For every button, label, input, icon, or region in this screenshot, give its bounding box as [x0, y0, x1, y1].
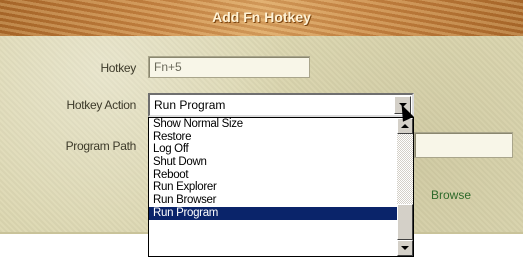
hotkey-action-label: Hotkey Action: [66, 98, 137, 112]
dropdown-item[interactable]: Run Explorer: [149, 181, 413, 194]
hotkey-action-dropdown-list: Show Normal Size Restore Log Off Shut Down R…: [148, 117, 414, 257]
dropdown-item[interactable]: Show Normal Size: [149, 118, 413, 131]
dialog-title-bar[interactable]: Add Fn Hotkey: [0, 0, 523, 36]
dropdown-item[interactable]: Restore: [149, 131, 413, 144]
dialog-title: Add Fn Hotkey: [212, 9, 311, 25]
dropdown-item[interactable]: Log Off: [149, 143, 413, 156]
hotkey-label: Hotkey: [100, 61, 136, 75]
dropdown-item[interactable]: Reboot: [149, 169, 413, 182]
hotkey-field[interactable]: Fn+5: [148, 56, 310, 78]
hotkey-action-combobox[interactable]: Run Program: [148, 93, 414, 117]
dropdown-item[interactable]: Run Program: [149, 206, 413, 220]
scrollbar-thumb[interactable]: [397, 204, 413, 240]
program-path-label: Program Path: [65, 139, 137, 153]
scroll-down-icon[interactable]: [397, 240, 413, 256]
dropdown-scrollbar[interactable]: [397, 118, 413, 256]
program-path-field[interactable]: [414, 132, 513, 158]
dropdown-item[interactable]: Shut Down: [149, 156, 413, 169]
dropdown-item[interactable]: Run Browser: [149, 194, 413, 207]
browse-button[interactable]: Browse: [431, 188, 471, 202]
hotkey-action-selected-value: Run Program: [154, 98, 226, 112]
